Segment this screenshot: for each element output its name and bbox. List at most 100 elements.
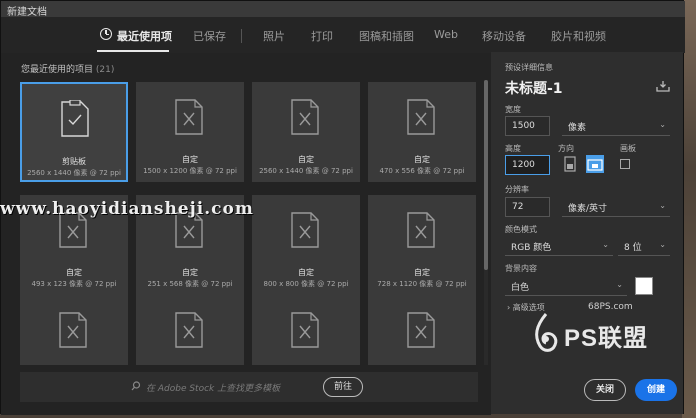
recent-item-name: 剪贴板 <box>62 157 86 166</box>
recent-item-card[interactable]: 自定 800 x 800 像素 @ 72 ppi <box>252 195 360 295</box>
tab-separator <box>241 29 242 43</box>
chevron-down-icon: ⌄ <box>659 201 666 210</box>
background-color-swatch[interactable] <box>635 277 653 295</box>
recent-item-size: 1500 x 1200 像素 @ 72 ppi <box>143 167 237 175</box>
recent-item-size: 493 x 123 像素 @ 72 ppi <box>31 280 117 288</box>
background-label: 背景内容 <box>505 264 537 273</box>
create-button[interactable]: 创建 <box>635 379 677 401</box>
custom-document-icon <box>291 212 319 248</box>
portrait-orientation-icon[interactable] <box>561 155 579 173</box>
resolution-unit-value: 像素/英寸 <box>568 204 608 214</box>
recent-item-name: 自定 <box>66 268 82 277</box>
recent-item-size: 2560 x 1440 像素 @ 72 ppi <box>27 169 121 177</box>
tab-art-illustration[interactable]: 图稿和插图 <box>359 28 414 44</box>
color-mode-label: 颜色模式 <box>505 225 537 234</box>
custom-document-icon <box>407 212 435 248</box>
custom-document-icon <box>291 99 319 135</box>
tab-film-video[interactable]: 胶片和视频 <box>551 28 606 44</box>
tab-web[interactable]: Web <box>434 28 458 41</box>
recent-item-card[interactable]: 剪贴板 2560 x 1440 像素 @ 72 ppi <box>20 82 128 182</box>
recent-count: (21) <box>95 65 115 75</box>
color-mode-value: RGB 颜色 <box>511 243 552 253</box>
recent-item-name: 自定 <box>298 268 314 277</box>
height-input[interactable]: 1200 <box>505 155 550 175</box>
artboard-label: 画板 <box>620 144 636 153</box>
background-photo-edge <box>682 0 696 418</box>
ps-league-logo: PS联盟 <box>530 312 670 356</box>
grid-scrollbar[interactable] <box>484 80 488 365</box>
orientation-label: 方向 <box>558 144 574 153</box>
scrollbar-thumb[interactable] <box>484 80 488 270</box>
custom-document-icon <box>59 312 87 348</box>
color-mode-select[interactable]: RGB 颜色 ⌄ <box>505 236 613 256</box>
recent-item-name: 自定 <box>182 155 198 164</box>
width-input[interactable]: 1500 <box>505 116 550 136</box>
recent-item-card[interactable] <box>136 295 244 365</box>
active-tab-underline <box>97 50 169 52</box>
preset-tabs: 最近使用项 已保存 照片 打印 图稿和插图 Web 移动设备 胶片和视频 <box>1 17 685 53</box>
recent-item-name: 自定 <box>298 155 314 164</box>
custom-document-icon <box>407 99 435 135</box>
resolution-unit-select[interactable]: 像素/英寸 ⌄ <box>562 197 670 217</box>
recent-item-card[interactable]: 自定 1500 x 1200 像素 @ 72 ppi <box>136 82 244 182</box>
tab-photo[interactable]: 照片 <box>263 28 285 44</box>
chevron-down-icon: ⌄ <box>602 240 609 249</box>
recent-item-size: 728 x 1120 像素 @ 72 ppi <box>377 280 467 288</box>
recent-item-card[interactable] <box>368 295 476 365</box>
stock-search-placeholder[interactable]: 在 Adobe Stock 上查找更多模板 <box>146 381 280 394</box>
bit-depth-value: 8 位 <box>624 243 642 253</box>
recent-item-size: 470 x 556 像素 @ 72 ppi <box>379 167 465 175</box>
width-label: 宽度 <box>505 105 521 114</box>
recent-item-size: 800 x 800 像素 @ 72 ppi <box>263 280 349 288</box>
recent-heading: 您最近使用的项目 (21) <box>21 62 114 75</box>
site-watermark: www.haoyidiansheji.com <box>0 199 254 219</box>
resolution-label: 分辨率 <box>505 185 529 194</box>
tab-saved[interactable]: 已保存 <box>193 28 226 44</box>
document-name[interactable]: 未标题-1 <box>505 78 563 98</box>
tab-recent[interactable]: 最近使用项 <box>117 28 172 44</box>
brush-logo-icon <box>535 313 558 352</box>
save-preset-icon[interactable] <box>656 80 670 92</box>
adobe-stock-bar: 在 Adobe Stock 上查找更多模板 前往 <box>20 372 478 402</box>
clock-icon <box>100 28 112 40</box>
recent-item-name: 自定 <box>414 155 430 164</box>
custom-document-icon <box>175 99 203 135</box>
window-title: 新建文档 <box>7 7 47 18</box>
chevron-down-icon: ⌄ <box>616 280 623 289</box>
chevron-down-icon: ⌄ <box>659 240 666 249</box>
landscape-orientation-icon[interactable] <box>586 155 604 173</box>
check-document-icon <box>61 100 89 137</box>
advanced-options-label: 高级选项 <box>512 303 545 312</box>
close-button[interactable]: 关闭 <box>584 379 626 401</box>
recent-grid: 剪贴板 2560 x 1440 像素 @ 72 ppi 自定 1500 x 1200 … <box>20 80 480 365</box>
go-button[interactable]: 前往 <box>323 377 363 397</box>
artboard-checkbox[interactable] <box>620 159 630 169</box>
dialog-titlebar: 新建文档 <box>1 1 685 18</box>
chevron-down-icon: ⌄ <box>659 120 666 129</box>
recent-item-size: 2560 x 1440 像素 @ 72 ppi <box>259 167 353 175</box>
recent-item-card[interactable] <box>252 295 360 365</box>
custom-document-icon <box>291 312 319 348</box>
search-icon <box>131 381 141 391</box>
logo-brand-text: PS联盟 <box>564 325 649 352</box>
resolution-input[interactable]: 72 <box>505 197 550 217</box>
chevron-right-icon: › <box>507 303 511 312</box>
recent-heading-text: 您最近使用的项目 <box>21 65 94 75</box>
recent-item-card[interactable]: 自定 2560 x 1440 像素 @ 72 ppi <box>252 82 360 182</box>
recent-item-card[interactable] <box>20 295 128 365</box>
logo-site-text: 68PS.com <box>588 302 633 312</box>
background-value: 白色 <box>511 283 530 293</box>
height-label: 高度 <box>505 144 521 153</box>
width-unit-select[interactable]: 像素 ⌄ <box>562 116 670 136</box>
recent-item-card[interactable]: 自定 470 x 556 像素 @ 72 ppi <box>368 82 476 182</box>
bit-depth-select[interactable]: 8 位 ⌄ <box>618 236 670 256</box>
width-unit-value: 像素 <box>568 123 587 133</box>
tab-print[interactable]: 打印 <box>311 28 333 44</box>
recent-item-card[interactable]: 自定 728 x 1120 像素 @ 72 ppi <box>368 195 476 295</box>
background-select[interactable]: 白色 ⌄ <box>505 276 627 296</box>
recent-item-name: 自定 <box>182 268 198 277</box>
custom-document-icon <box>175 312 203 348</box>
custom-document-icon <box>407 312 435 348</box>
tab-mobile[interactable]: 移动设备 <box>482 28 526 44</box>
recent-item-size: 251 x 568 像素 @ 72 ppi <box>147 280 233 288</box>
